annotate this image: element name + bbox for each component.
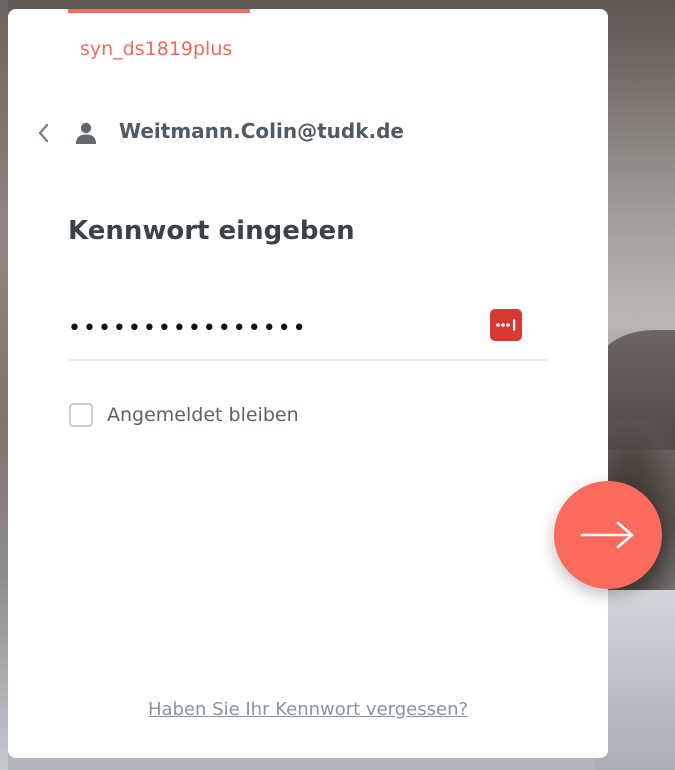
remember-me-row[interactable]: Angemeldet bleiben bbox=[69, 401, 299, 429]
chevron-left-icon bbox=[38, 123, 49, 143]
card-accent-bar bbox=[68, 9, 250, 13]
page-title: Kennwort eingeben bbox=[68, 216, 355, 246]
arrow-right-icon bbox=[580, 521, 634, 549]
next-button[interactable] bbox=[554, 481, 662, 589]
user-email: Weitmann.Colin@tudk.de bbox=[119, 119, 404, 143]
password-manager-button[interactable] bbox=[490, 309, 522, 341]
remember-me-checkbox[interactable] bbox=[69, 403, 93, 427]
back-button[interactable] bbox=[34, 121, 54, 145]
forgot-password-link[interactable]: Haben Sie Ihr Kennwort vergessen? bbox=[8, 699, 608, 720]
user-icon bbox=[74, 121, 98, 145]
background-left-strip bbox=[0, 0, 8, 770]
server-name: syn_ds1819plus bbox=[80, 38, 233, 60]
password-field-row bbox=[68, 299, 548, 361]
remember-me-label: Angemeldet bleiben bbox=[107, 404, 299, 426]
login-card: syn_ds1819plus Weitmann.Colin@tudk.de Ke… bbox=[8, 9, 608, 758]
password-manager-icon bbox=[496, 319, 516, 331]
password-input[interactable] bbox=[68, 313, 468, 343]
